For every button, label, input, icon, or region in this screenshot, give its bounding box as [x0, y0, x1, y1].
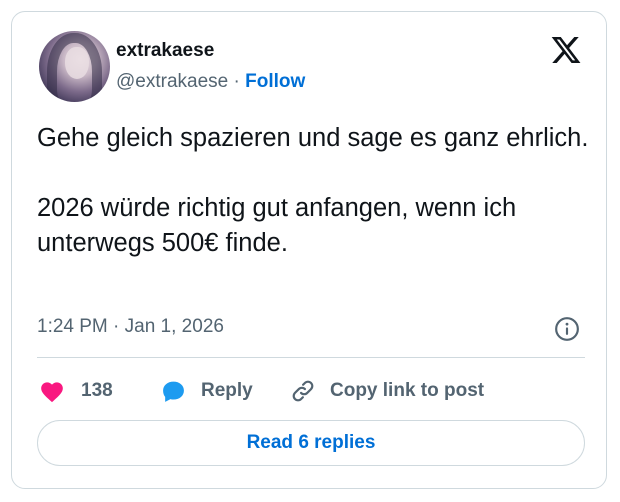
- like-count: 138: [81, 380, 113, 401]
- tweet-paragraph-1: Gehe gleich spazieren und sage es ganz e…: [37, 124, 589, 152]
- copy-link-button[interactable]: Copy link to post: [290, 376, 484, 406]
- tweet-paragraph-2: 2026 würde richtig gut anfangen, wenn ic…: [37, 194, 517, 257]
- link-icon: [292, 380, 314, 402]
- speech-bubble-icon: [163, 381, 184, 402]
- avatar[interactable]: [39, 31, 110, 102]
- divider: [37, 357, 585, 358]
- avatar-face-shape: [65, 47, 89, 79]
- like-button[interactable]: 138: [39, 376, 113, 406]
- handle-separator: ·: [233, 71, 246, 92]
- author-handle[interactable]: @extrakaese: [116, 71, 228, 92]
- info-icon[interactable]: [554, 316, 580, 342]
- tweet-paragraph-gap: [37, 156, 592, 191]
- read-replies-button[interactable]: Read 6 replies: [37, 420, 585, 466]
- tweet-text: Gehe gleich spazieren und sage es ganz e…: [37, 121, 592, 261]
- x-logo-icon[interactable]: [550, 34, 582, 66]
- follow-button[interactable]: Follow: [245, 71, 305, 92]
- reply-label: Reply: [201, 380, 253, 401]
- reply-button[interactable]: Reply: [160, 376, 253, 406]
- author-handle-row: @extrakaese · Follow: [116, 71, 305, 93]
- tweet-timestamp[interactable]: 1:24 PM · Jan 1, 2026: [37, 316, 224, 338]
- tweet-card: extrakaese @extrakaese · Follow Gehe gle…: [11, 11, 607, 489]
- author-display-name[interactable]: extrakaese: [116, 40, 214, 62]
- heart-icon: [41, 382, 63, 403]
- copy-link-label: Copy link to post: [330, 380, 485, 401]
